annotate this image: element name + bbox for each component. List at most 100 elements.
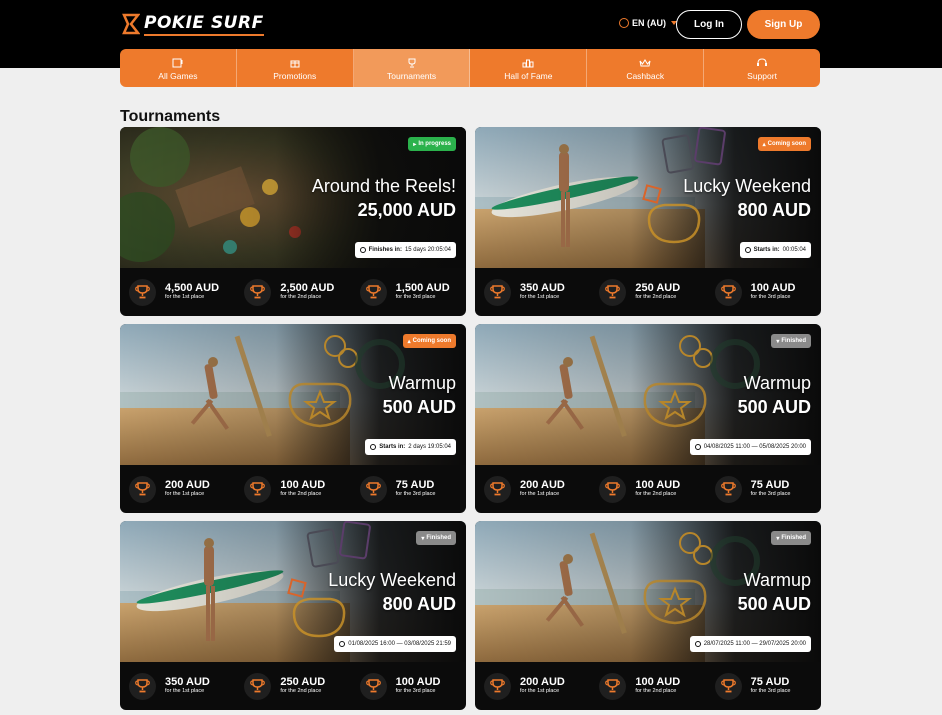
trophy-icon xyxy=(365,482,381,496)
trophy-icon xyxy=(135,482,150,496)
nav-item-promotions[interactable]: Promotions xyxy=(237,49,354,87)
page-title: Tournaments xyxy=(120,108,221,125)
timer-label: Finishes in: xyxy=(368,247,402,253)
prize-cup xyxy=(359,475,387,503)
tournament-banner[interactable]: ▾ Finished Warmup 500 AUD 28/07/2025 11:… xyxy=(475,521,821,662)
prize-cup xyxy=(244,672,272,700)
prize-amount: 75 AUD xyxy=(750,479,790,491)
trophy-icon xyxy=(365,679,381,693)
prize-cup xyxy=(359,278,387,306)
tournament-card[interactable]: ▾ Finished Lucky Weekend 800 AUD 01/08/2… xyxy=(120,521,466,710)
tournament-prize: 500 AUD xyxy=(737,594,811,614)
prize-place: for the 2nd place xyxy=(635,688,677,694)
nav-label: Hall of Fame xyxy=(504,71,553,81)
tournament-card[interactable]: ▾ Finished Warmup 500 AUD 28/07/2025 11:… xyxy=(475,521,821,710)
tournament-banner[interactable]: ▴ Coming soon Warmup 500 AUD Starts in: … xyxy=(120,324,466,465)
trophy-icon xyxy=(490,679,505,693)
prize-amount: 4,500 AUD xyxy=(165,282,220,294)
clock-icon xyxy=(370,444,377,450)
prize-item: 100 AUD for the 2nd place xyxy=(235,465,350,513)
prize-item: 2,500 AUD for the 2nd place xyxy=(235,268,350,316)
clock-icon xyxy=(694,444,701,450)
tournament-name: Lucky Weekend xyxy=(683,176,811,196)
prize-place: for the 1st place xyxy=(165,688,205,694)
timer-value: 28/07/2025 11:00 — 29/07/2025 20:00 xyxy=(703,641,806,647)
status-label: Coming soon xyxy=(412,338,451,344)
trophy-icon xyxy=(365,285,381,299)
timer-label: Starts in: xyxy=(753,247,780,253)
prize-list: 350 AUD for the 1st place 250 AUD for th… xyxy=(120,662,466,710)
nav-label: All Games xyxy=(158,71,198,81)
headset-icon xyxy=(757,58,768,66)
tournament-timer: 01/08/2025 16:00 — 03/08/2025 21:59 xyxy=(334,636,456,652)
tournament-name: Lucky Weekend xyxy=(328,570,456,590)
trophy-icon xyxy=(605,679,621,693)
crown-icon xyxy=(639,59,651,67)
prize-list: 350 AUD for the 1st place 250 AUD for th… xyxy=(475,268,821,316)
trophy-icon xyxy=(250,285,266,299)
prize-cup xyxy=(714,278,742,306)
trophy-icon xyxy=(720,482,736,496)
prize-amount: 100 AUD xyxy=(280,479,326,491)
nav-item-hall-of-fame[interactable]: Hall of Fame xyxy=(470,49,588,87)
tournament-card[interactable]: ▴ Coming soon Warmup 500 AUD Starts in: … xyxy=(120,324,466,513)
tournament-card[interactable]: ▾ Finished Warmup 500 AUD 04/08/2025 11:… xyxy=(475,324,821,513)
status-icon: ▴ xyxy=(407,338,411,345)
prize-amount: 75 AUD xyxy=(395,479,435,491)
trophy-icon xyxy=(135,285,150,299)
prize-cup xyxy=(129,278,156,306)
clock-icon xyxy=(339,641,346,647)
prize-item: 200 AUD for the 1st place xyxy=(120,465,235,513)
login-button[interactable]: Log In xyxy=(676,10,742,39)
wave-logo-icon xyxy=(122,13,140,35)
nav-item-tournaments[interactable]: Tournaments xyxy=(353,49,471,87)
trophy-icon xyxy=(490,482,505,496)
language-label: EN (AU) xyxy=(632,18,666,28)
trophy-icon xyxy=(250,679,266,693)
main-nav: All Games Promotions Tournaments Hall of… xyxy=(120,49,820,87)
language-selector[interactable]: EN (AU) xyxy=(619,18,677,28)
prize-cup xyxy=(129,672,156,700)
prize-list: 200 AUD for the 1st place 100 AUD for th… xyxy=(120,465,466,513)
signup-button[interactable]: Sign Up xyxy=(747,10,820,39)
nav-item-support[interactable]: Support xyxy=(704,49,820,87)
tournament-card[interactable]: ▸ In progress Around the Reels! 25,000 A… xyxy=(120,127,466,316)
tournament-timer: Starts in: 2 days 19:05:04 xyxy=(365,439,456,455)
status-badge: ▾ Finished xyxy=(416,531,456,545)
tournament-banner[interactable]: ▾ Finished Lucky Weekend 800 AUD 01/08/2… xyxy=(120,521,466,662)
prize-place: for the 3rd place xyxy=(750,294,791,300)
prize-amount: 100 AUD xyxy=(395,676,441,688)
tournament-banner[interactable]: ▴ Coming soon Lucky Weekend 800 AUD Star… xyxy=(475,127,821,268)
timer-value: 01/08/2025 16:00 — 03/08/2025 21:59 xyxy=(348,641,451,647)
nav-item-cashback[interactable]: Cashback xyxy=(587,49,705,87)
status-badge: ▴ Coming soon xyxy=(402,334,456,348)
gift-icon xyxy=(290,60,300,68)
trophy-icon xyxy=(605,285,621,299)
prize-list: 4,500 AUD for the 1st place 2,500 AUD fo… xyxy=(120,268,466,316)
status-label: Coming soon xyxy=(767,141,806,147)
trophy-icon xyxy=(135,679,150,693)
nav-label: Tournaments xyxy=(387,71,437,81)
clock-icon xyxy=(359,247,366,253)
prize-cup xyxy=(599,672,627,700)
status-icon: ▸ xyxy=(413,141,417,148)
prize-cup xyxy=(484,475,511,503)
status-icon: ▾ xyxy=(776,535,780,542)
tournament-banner[interactable]: ▾ Finished Warmup 500 AUD 04/08/2025 11:… xyxy=(475,324,821,465)
timer-value: 04/08/2025 11:00 — 05/08/2025 20:00 xyxy=(703,444,806,450)
prize-amount: 75 AUD xyxy=(750,676,790,688)
prize-item: 250 AUD for the 2nd place xyxy=(590,268,705,316)
status-label: Finished xyxy=(781,535,806,541)
prize-cup xyxy=(714,672,742,700)
prize-place: for the 1st place xyxy=(165,294,205,300)
tournament-banner[interactable]: ▸ In progress Around the Reels! 25,000 A… xyxy=(120,127,466,268)
nav-item-all-games[interactable]: All Games xyxy=(120,49,237,87)
prize-cup xyxy=(129,475,156,503)
prize-item: 4,500 AUD for the 1st place xyxy=(120,268,235,316)
prize-place: for the 3rd place xyxy=(750,491,791,497)
prize-place: for the 3rd place xyxy=(395,294,436,300)
tournament-card[interactable]: ▴ Coming soon Lucky Weekend 800 AUD Star… xyxy=(475,127,821,316)
status-icon: ▾ xyxy=(421,535,425,542)
prize-cup xyxy=(244,475,272,503)
logo[interactable]: POKIE SURF xyxy=(122,10,264,38)
